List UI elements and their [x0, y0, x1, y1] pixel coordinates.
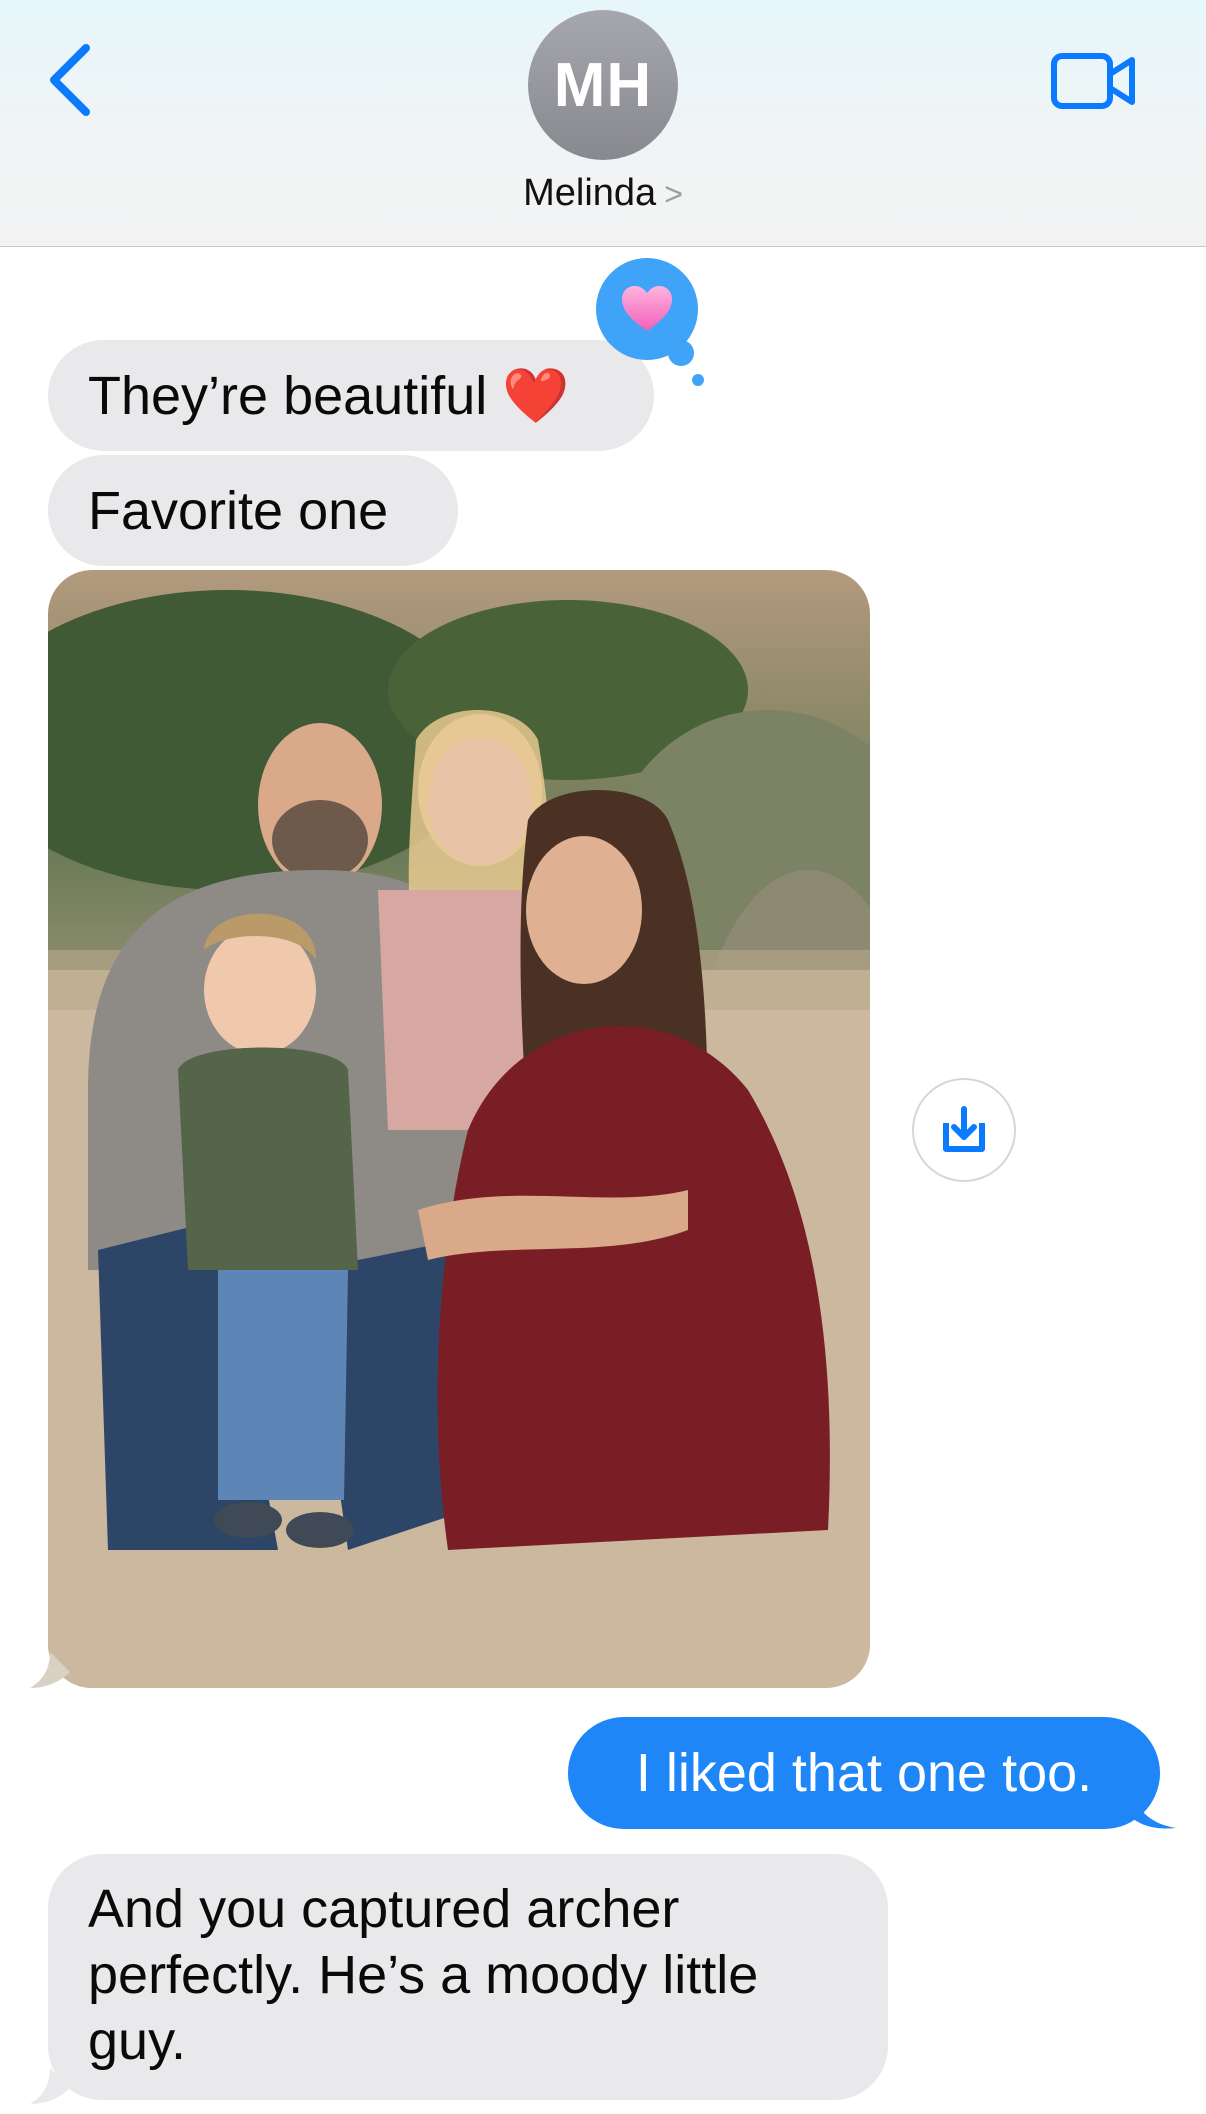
video-call-button[interactable]: [1050, 52, 1136, 110]
received-message-bubble[interactable]: Favorite one: [48, 455, 458, 566]
sent-message-bubble[interactable]: I liked that one too.: [568, 1717, 1160, 1829]
bubble-tail: [30, 2068, 70, 2104]
contact-avatar[interactable]: MH: [528, 10, 678, 160]
contact-name: Melinda: [523, 172, 657, 214]
message-text: Favorite one: [88, 480, 389, 541]
save-download-icon: [943, 1106, 985, 1152]
message-text: And you captured archer perfectly. He’s …: [88, 1879, 759, 2071]
back-button[interactable]: [44, 40, 104, 120]
bubble-tail: [1132, 1792, 1176, 1829]
video-camera-icon: [1051, 53, 1135, 109]
photo-attachment[interactable]: [48, 570, 870, 1688]
message-text: I liked that one too.: [635, 1743, 1093, 1803]
reaction-tail-dot: [668, 340, 694, 366]
bubble-tail: [30, 1652, 70, 1688]
chevron-left-icon: [50, 44, 90, 116]
chevron-right-icon: >: [664, 176, 683, 212]
save-photo-button[interactable]: [912, 1078, 1016, 1182]
contact-name-button[interactable]: Melinda >: [0, 172, 1206, 215]
heart-icon: [622, 286, 672, 331]
message-text: They’re beautiful ❤️: [88, 365, 570, 426]
received-message-bubble[interactable]: They’re beautiful ❤️: [48, 340, 654, 451]
reaction-tail-dot: [692, 374, 704, 386]
received-message-bubble[interactable]: And you captured archer perfectly. He’s …: [48, 1854, 888, 2100]
avatar-initials: MH: [553, 50, 653, 120]
family-photo: [48, 570, 870, 1688]
conversation-header: MH Melinda >: [0, 0, 1206, 247]
